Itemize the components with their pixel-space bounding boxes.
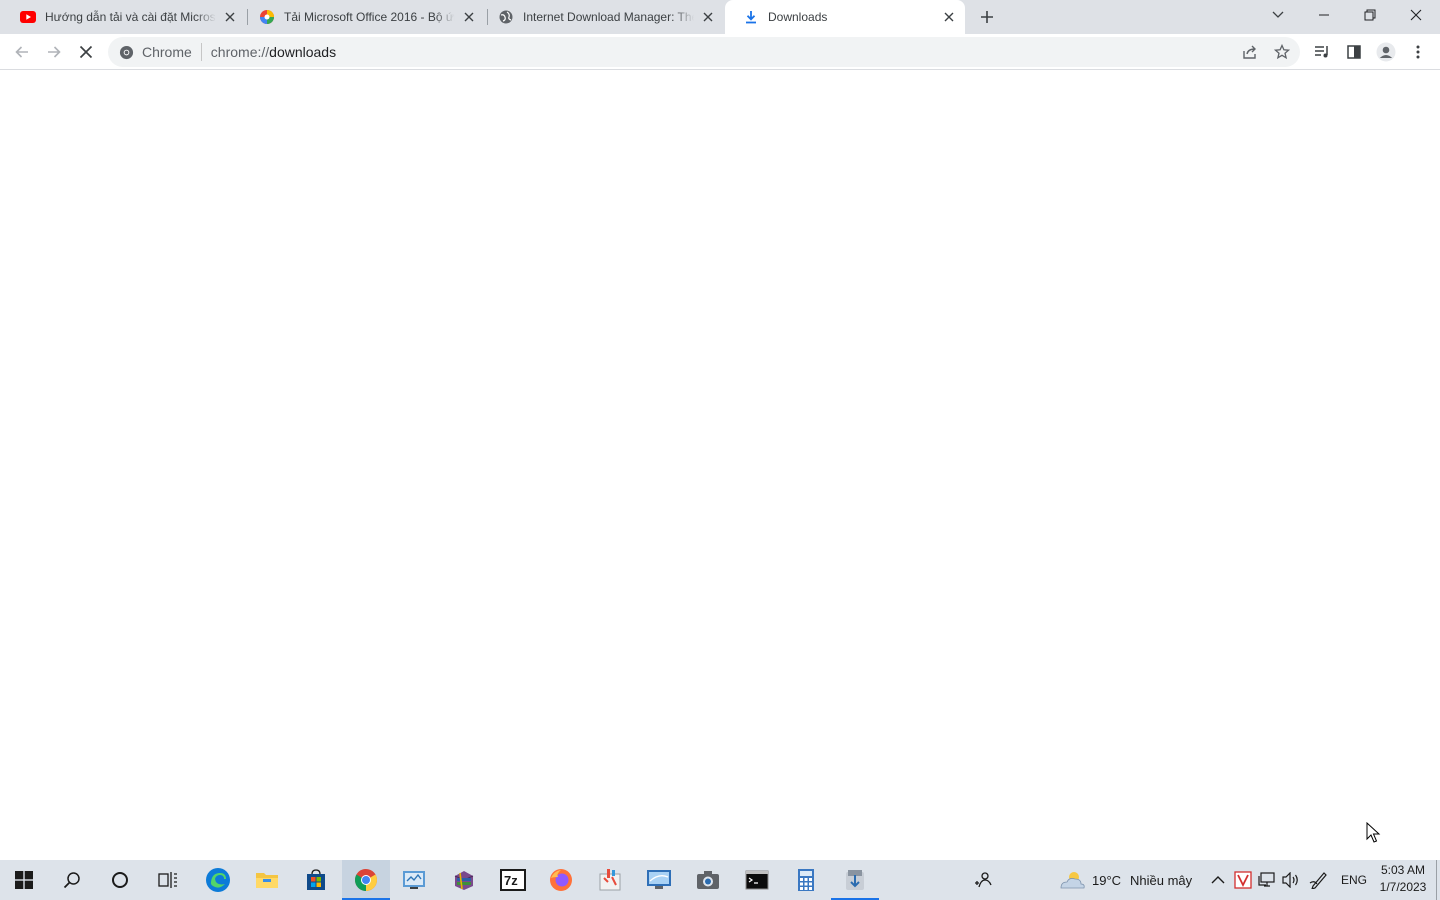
side-panel-icon[interactable] bbox=[1338, 36, 1370, 68]
cmd-icon bbox=[745, 870, 769, 890]
calculator-button[interactable] bbox=[782, 860, 830, 900]
close-window-button[interactable] bbox=[1393, 0, 1439, 30]
close-tab-icon[interactable] bbox=[222, 9, 238, 25]
language-indicator[interactable]: ENG bbox=[1341, 860, 1367, 900]
profile-avatar-icon[interactable] bbox=[1370, 36, 1402, 68]
cortana-icon bbox=[112, 872, 128, 888]
vietkey-icon[interactable] bbox=[1232, 868, 1254, 892]
close-tab-icon[interactable] bbox=[461, 9, 477, 25]
share-icon[interactable] bbox=[1236, 38, 1264, 66]
browser-toolbar: Chrome chrome://downloads bbox=[0, 34, 1440, 70]
mouse-cursor-icon bbox=[1366, 822, 1381, 843]
tab-downloads[interactable]: Downloads bbox=[725, 0, 965, 34]
restore-button[interactable] bbox=[1347, 0, 1393, 30]
url-scheme: chrome:// bbox=[210, 44, 270, 60]
cmd-button[interactable] bbox=[733, 860, 781, 900]
camera-button[interactable] bbox=[684, 860, 732, 900]
calculator-icon bbox=[798, 869, 814, 891]
idm-taskbar-button[interactable] bbox=[831, 860, 879, 900]
page-content bbox=[0, 71, 1440, 859]
stop-loading-button[interactable] bbox=[70, 36, 102, 68]
file-explorer-icon bbox=[256, 873, 278, 888]
task-view-button[interactable] bbox=[144, 860, 192, 900]
close-tab-icon[interactable] bbox=[700, 9, 716, 25]
tab-idm[interactable]: Internet Download Manager: The fastest bbox=[480, 0, 724, 34]
weather-condition[interactable]: Nhiều mây bbox=[1130, 860, 1192, 900]
media-controls-icon[interactable] bbox=[1306, 36, 1338, 68]
control-panel-icon bbox=[403, 871, 425, 889]
firefox-button[interactable] bbox=[537, 860, 585, 900]
clock-date: 1/7/2023 bbox=[1379, 880, 1427, 894]
remote-desktop-icon bbox=[647, 870, 671, 889]
bookmark-star-icon[interactable] bbox=[1268, 38, 1296, 66]
start-icon bbox=[15, 871, 33, 889]
network-icon[interactable] bbox=[1256, 868, 1278, 892]
pen-workspace-icon[interactable] bbox=[1308, 868, 1330, 892]
new-tab-button[interactable] bbox=[976, 6, 998, 28]
taskbar-search-button[interactable] bbox=[48, 860, 96, 900]
weather-cloud-icon[interactable] bbox=[1058, 868, 1086, 892]
globe-icon bbox=[498, 9, 514, 25]
volume-icon[interactable] bbox=[1280, 868, 1302, 892]
download-icon bbox=[743, 9, 759, 25]
system-clock[interactable]: 5:03 AM 1/7/2023 bbox=[1372, 862, 1434, 898]
remote-desktop-button[interactable] bbox=[635, 860, 683, 900]
tab-youtube[interactable]: Hướng dẫn tải và cài đặt Microsoft Offic… bbox=[2, 0, 246, 34]
cortana-button[interactable] bbox=[96, 860, 144, 900]
youtube-icon bbox=[20, 9, 36, 25]
chrome-icon bbox=[355, 869, 377, 891]
idm-icon bbox=[846, 870, 864, 890]
address-bar[interactable]: Chrome chrome://downloads bbox=[108, 37, 1300, 67]
winrar-icon bbox=[454, 871, 474, 890]
tab-title: Downloads bbox=[768, 10, 828, 24]
chevron-up-icon[interactable] bbox=[1207, 868, 1229, 892]
edge-button[interactable] bbox=[194, 860, 242, 900]
paint-button[interactable] bbox=[586, 860, 634, 900]
colorful-site-icon bbox=[259, 9, 275, 25]
tab-title: Hướng dẫn tải và cài đặt Microsoft Offic… bbox=[45, 10, 216, 24]
clock-time: 5:03 AM bbox=[1380, 863, 1426, 877]
edge-icon bbox=[206, 868, 230, 892]
forward-button[interactable] bbox=[38, 36, 70, 68]
minimize-button[interactable] bbox=[1301, 0, 1347, 30]
windows-taskbar: 7z 19°C Nhiều mây ENG 5:03 AM 1/7/2023 bbox=[0, 860, 1440, 900]
chrome-page-icon bbox=[118, 44, 134, 60]
tab-title: Tải Microsoft Office 2016 - Bộ ứng dụng bbox=[284, 10, 455, 24]
tab-search-chevron-icon[interactable] bbox=[1255, 0, 1301, 30]
search-icon bbox=[63, 872, 80, 889]
store-icon bbox=[307, 869, 325, 890]
tab-strip: Hướng dẫn tải và cài đặt Microsoft Offic… bbox=[0, 0, 1440, 34]
file-explorer-button[interactable] bbox=[243, 860, 291, 900]
winrar-button[interactable] bbox=[440, 860, 488, 900]
7zip-button[interactable]: 7z bbox=[489, 860, 537, 900]
people-icon[interactable] bbox=[972, 868, 994, 892]
paint-icon bbox=[599, 869, 621, 891]
svg-text:7z: 7z bbox=[504, 873, 518, 888]
site-chip-label: Chrome bbox=[142, 43, 202, 61]
7zip-icon: 7z bbox=[500, 869, 526, 891]
show-desktop-button[interactable] bbox=[1436, 860, 1440, 900]
store-button[interactable] bbox=[292, 860, 340, 900]
url-path: downloads bbox=[269, 44, 337, 60]
close-tab-icon[interactable] bbox=[941, 9, 957, 25]
url-text: chrome://downloads bbox=[211, 44, 336, 60]
tab-title: Internet Download Manager: The fastest bbox=[523, 10, 694, 24]
start-button[interactable] bbox=[0, 860, 48, 900]
camera-icon bbox=[697, 871, 719, 889]
firefox-icon bbox=[550, 869, 572, 891]
weather-temperature[interactable]: 19°C bbox=[1092, 860, 1121, 900]
back-button[interactable] bbox=[6, 36, 38, 68]
chrome-taskbar-button[interactable] bbox=[342, 860, 390, 900]
chrome-menu-icon[interactable] bbox=[1402, 36, 1434, 68]
control-panel-button[interactable] bbox=[390, 860, 438, 900]
tab-office-2016[interactable]: Tải Microsoft Office 2016 - Bộ ứng dụng bbox=[241, 0, 485, 34]
task-view-icon bbox=[158, 872, 177, 888]
